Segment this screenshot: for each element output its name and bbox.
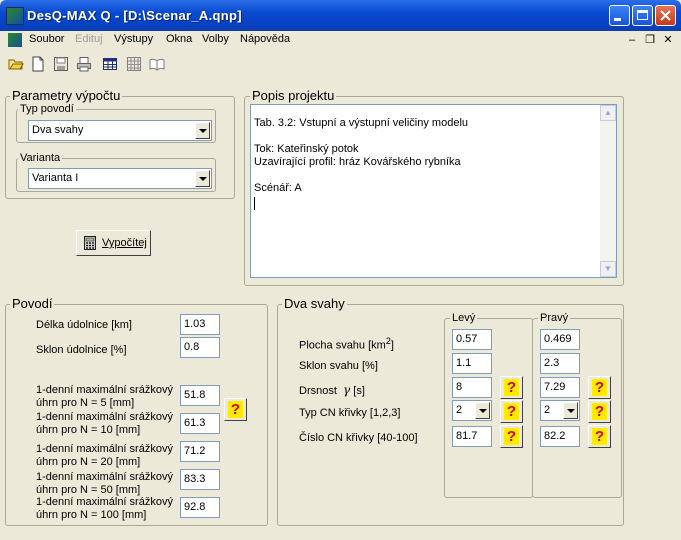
pravy-typ-value: 2 (544, 404, 551, 416)
levy-typ-select[interactable]: 2 (452, 400, 492, 421)
precip-input-10[interactable]: 61.3 (180, 413, 220, 434)
pravy-sklon-input[interactable]: 2.3 (540, 353, 580, 374)
new-document-icon[interactable] (30, 56, 46, 72)
cislo-cn-label: Číslo CN křivky [40-100] (299, 432, 418, 444)
levy-legend: Levý (450, 312, 478, 324)
typ-cn-label: Typ CN křivky [1,2,3] (299, 407, 401, 419)
mdi-minimize-icon[interactable]: – (625, 34, 639, 46)
menu-napoveda[interactable]: Nápověda (240, 33, 290, 45)
mdi-close-icon[interactable]: ✕ (661, 34, 675, 46)
levy-typ-value: 2 (456, 404, 463, 416)
chevron-down-icon[interactable] (195, 122, 210, 139)
project-description-text: Tab. 3.2: Vstupní a výstupní veličiny mo… (254, 117, 469, 194)
mdi-restore-icon[interactable]: ❐ (643, 34, 657, 46)
precip-input-50[interactable]: 83.3 (180, 469, 220, 490)
varianta-value: Varianta I (32, 172, 79, 184)
pravy-typ-help-button[interactable]: ? (588, 400, 611, 423)
delka-input[interactable]: 1.03 (180, 314, 220, 335)
povodi-legend: Povodí (10, 296, 55, 311)
help-icon: ? (228, 401, 243, 418)
maximize-button[interactable] (632, 5, 653, 26)
typ-povodi-select[interactable]: Dva svahy (28, 120, 212, 141)
pravy-plocha-input[interactable]: 0.469 (540, 329, 580, 350)
help-icon: ? (592, 428, 607, 445)
varianta-select[interactable]: Varianta I (28, 168, 212, 189)
menu-soubor[interactable]: Soubor (29, 33, 64, 45)
delka-label: Délka údolnice [km] (36, 319, 132, 331)
pravy-drsnost-input[interactable]: 7.29 (540, 377, 580, 398)
popis-legend: Popis projektu (250, 88, 337, 103)
precip-input-20[interactable]: 71.2 (180, 441, 220, 462)
dva-svahy-legend: Dva svahy (282, 296, 347, 311)
precip-label-100: 1-denní maximální srážkový úhrn pro N = 1… (36, 496, 173, 521)
sklon-svahu-label: Sklon svahu [%] (299, 360, 378, 372)
levy-drsnost-help-button[interactable]: ? (500, 376, 523, 399)
save-icon[interactable] (53, 56, 69, 72)
calculate-button[interactable]: Vypočítej (76, 230, 151, 256)
levy-typ-help-button[interactable]: ? (500, 400, 523, 423)
precip-label-20: 1-denní maximální srážkový úhrn pro N = 2… (36, 443, 173, 468)
pravy-cislo-help-button[interactable]: ? (588, 425, 611, 448)
precip-label-50: 1-denní maximální srážkový úhrn pro N = 5… (36, 471, 173, 496)
child-window-icon[interactable] (8, 33, 22, 47)
levy-sklon-input[interactable]: 1.1 (452, 353, 492, 374)
chevron-down-icon[interactable] (195, 170, 210, 187)
close-button[interactable] (655, 5, 676, 26)
menu-bar: Soubor Edituj Výstupy Okna Volby Nápověd… (0, 31, 681, 50)
scroll-up-icon[interactable]: ▲ (600, 105, 616, 121)
help-icon: ? (504, 428, 519, 445)
levy-cislo-help-button[interactable]: ? (500, 425, 523, 448)
calculator-icon (84, 236, 96, 250)
vertical-scrollbar[interactable]: ▲ ▼ (600, 105, 616, 277)
pravy-typ-select[interactable]: 2 (540, 400, 580, 421)
help-icon: ? (504, 403, 519, 420)
levy-cislo-input[interactable]: 81.7 (452, 426, 492, 447)
varianta-legend: Varianta (18, 152, 63, 164)
precip-label-10: 1-denní maximální srážkový úhrn pro N = 1… (36, 411, 173, 436)
pravy-legend: Pravý (538, 312, 571, 324)
open-folder-icon[interactable] (8, 56, 24, 72)
toolbar (0, 51, 681, 77)
plocha-label: Plocha svahu [km2] (299, 336, 394, 352)
menu-edituj[interactable]: Edituj (75, 33, 103, 45)
help-icon: ? (504, 379, 519, 396)
chevron-down-icon[interactable] (563, 402, 578, 419)
sklon-udolnice-label: Sklon údolnice [%] (36, 344, 127, 356)
levy-drsnost-input[interactable]: 8 (452, 377, 492, 398)
menu-okna[interactable]: Okna (166, 33, 192, 45)
precip-help-button[interactable]: ? (224, 398, 247, 421)
maximize-icon (637, 10, 648, 20)
chevron-down-icon[interactable] (475, 402, 490, 419)
menu-vystupy[interactable]: Výstupy (114, 33, 153, 45)
grid-icon[interactable] (126, 56, 142, 72)
sklon-udolnice-input[interactable]: 0.8 (180, 337, 220, 358)
levy-plocha-input[interactable]: 0.57 (452, 329, 492, 350)
menu-volby[interactable]: Volby (202, 33, 229, 45)
title-bar[interactable]: DesQ-MAX Q - [D:\Scenar_A.qnp] (0, 0, 681, 31)
drsnost-label: Drsnost γ [s] (299, 383, 365, 398)
minimize-icon (614, 18, 621, 21)
book-icon[interactable] (149, 56, 165, 72)
scroll-down-icon[interactable]: ▼ (600, 261, 616, 277)
app-icon[interactable] (6, 7, 24, 25)
window-title: DesQ-MAX Q - [D:\Scenar_A.qnp] (27, 8, 242, 23)
typ-povodi-legend: Typ povodí (18, 103, 76, 115)
precip-input-100[interactable]: 92.8 (180, 497, 220, 518)
table-icon[interactable] (102, 56, 118, 72)
typ-povodi-value: Dva svahy (32, 124, 84, 136)
minimize-button[interactable] (609, 5, 630, 26)
close-icon (660, 10, 671, 21)
help-icon: ? (592, 379, 607, 396)
help-icon: ? (592, 403, 607, 420)
precip-label-5: 1-denní maximální srážkový úhrn pro N = 5… (36, 384, 173, 409)
precip-input-5[interactable]: 51.8 (180, 385, 220, 406)
print-icon[interactable] (76, 56, 92, 72)
calculate-button-label: Vypočítej (102, 237, 147, 249)
text-caret (254, 197, 255, 210)
parametry-legend: Parametry výpočtu (10, 88, 123, 103)
project-description-textarea[interactable]: Tab. 3.2: Vstupní a výstupní veličiny mo… (250, 104, 617, 278)
pravy-drsnost-help-button[interactable]: ? (588, 376, 611, 399)
pravy-cislo-input[interactable]: 82.2 (540, 426, 580, 447)
